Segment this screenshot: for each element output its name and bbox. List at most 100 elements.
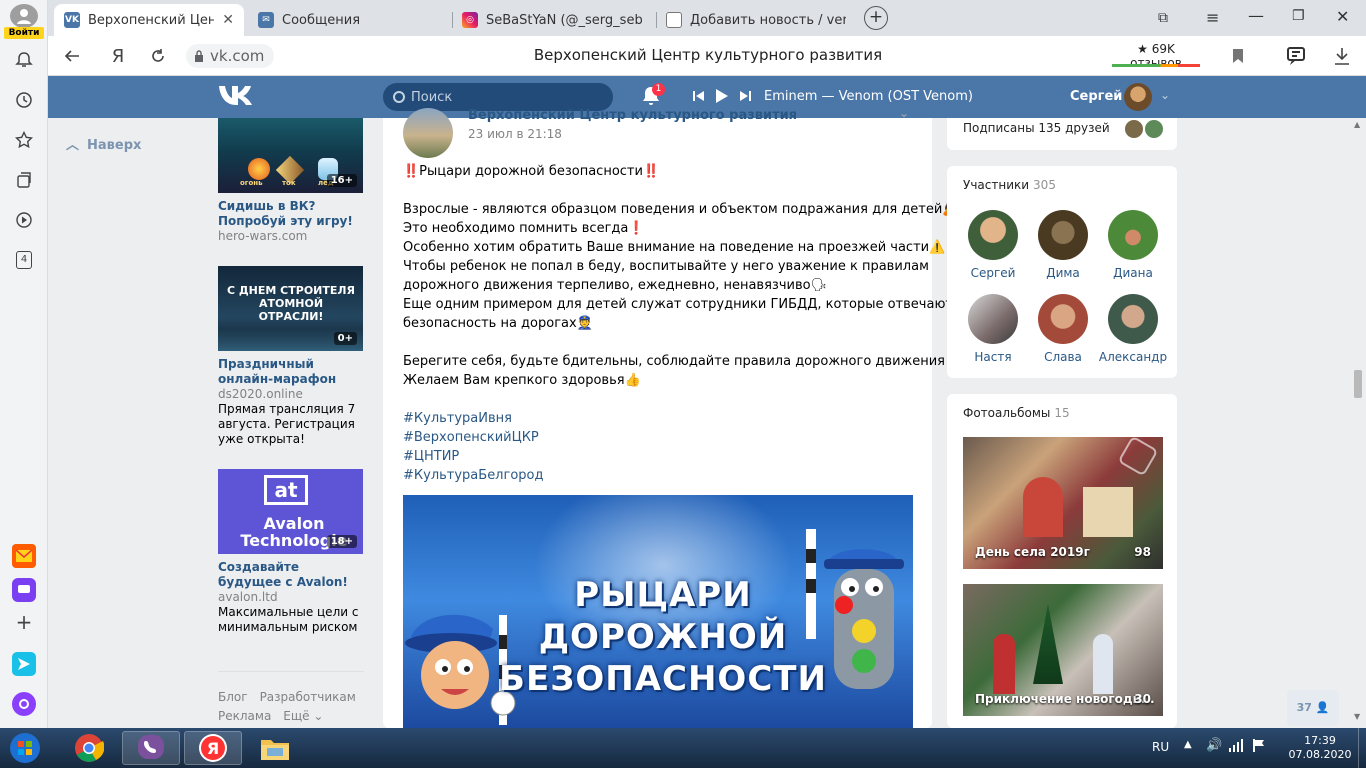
- friend-avatar[interactable]: [1123, 118, 1145, 140]
- chevron-down-icon[interactable]: ⌄: [1160, 88, 1170, 102]
- play-track-icon[interactable]: [715, 88, 729, 108]
- show-desktop-button[interactable]: [1358, 728, 1366, 768]
- explorer-taskbar-icon[interactable]: [246, 731, 304, 765]
- start-button[interactable]: [2, 731, 48, 765]
- footer-link-blog[interactable]: Блог: [218, 690, 248, 704]
- footer-link-more[interactable]: Ещё ⌄: [283, 709, 323, 723]
- feedback-icon[interactable]: [1286, 45, 1308, 67]
- previous-track-icon[interactable]: [693, 90, 705, 106]
- yandex-taskbar-icon[interactable]: Я: [184, 731, 242, 765]
- chrome-taskbar-icon[interactable]: [60, 731, 118, 765]
- reload-icon[interactable]: [146, 44, 170, 68]
- group-avatar[interactable]: [403, 108, 453, 158]
- footer-link-ads[interactable]: Реклама: [218, 709, 271, 723]
- album[interactable]: Приключение новогодн... 30: [963, 584, 1163, 716]
- post-menu-icon[interactable]: ⌄: [899, 106, 909, 120]
- tab-messages[interactable]: ✉ Сообщения: [248, 4, 448, 36]
- member[interactable]: Настя: [958, 294, 1028, 364]
- collections-icon[interactable]: [12, 168, 36, 192]
- bookmark-icon[interactable]: [1232, 48, 1244, 64]
- friends-card[interactable]: Подписаны 135 друзей: [947, 118, 1177, 150]
- next-track-icon[interactable]: [739, 90, 751, 106]
- language-indicator[interactable]: RU: [1152, 740, 1169, 754]
- hashtag-link[interactable]: #ВерхопенскийЦКР: [403, 428, 915, 447]
- history-icon[interactable]: [12, 88, 36, 112]
- member[interactable]: Диана: [1098, 210, 1168, 280]
- play-icon[interactable]: [12, 208, 36, 232]
- member[interactable]: Александр: [1098, 294, 1168, 364]
- send-icon[interactable]: [12, 652, 36, 676]
- member-avatar[interactable]: [1108, 294, 1158, 344]
- alice-icon[interactable]: [12, 692, 36, 716]
- album[interactable]: День села 2019г 98: [963, 437, 1163, 569]
- member-name[interactable]: Слава: [1028, 350, 1098, 364]
- tray-expand-icon[interactable]: ▲: [1184, 739, 1192, 750]
- member-avatar[interactable]: [968, 294, 1018, 344]
- ad-title[interactable]: Праздничный онлайн-марафон: [218, 357, 364, 387]
- new-tab-button[interactable]: +: [864, 6, 888, 30]
- member-name[interactable]: Диана: [1098, 266, 1168, 280]
- add-panel-icon[interactable]: +: [12, 610, 36, 634]
- member-name[interactable]: Дима: [1028, 266, 1098, 280]
- minimize-icon[interactable]: —: [1248, 6, 1264, 25]
- tab-vk-group[interactable]: VK Верхопенский Центр к ✕: [54, 4, 244, 36]
- hashtag-link[interactable]: #ЦНТИР: [403, 447, 915, 466]
- ad-image[interactable]: at Avalon Technologie 18+: [218, 469, 363, 554]
- login-badge[interactable]: Войти: [4, 27, 44, 39]
- hashtag-link[interactable]: #КультураБелгород: [403, 466, 915, 485]
- back-icon[interactable]: [60, 44, 84, 68]
- mail-icon[interactable]: [12, 544, 36, 568]
- vk-logo-icon[interactable]: [218, 84, 252, 106]
- ad-title[interactable]: Создавайте будущее с Avalon!: [218, 560, 364, 590]
- member[interactable]: Дима: [1028, 210, 1098, 280]
- tab-count-icon[interactable]: 4: [12, 248, 36, 272]
- member-name[interactable]: Александр: [1098, 350, 1168, 364]
- scroll-up-link[interactable]: ︿ Наверх: [66, 134, 141, 153]
- tab-add-news[interactable]: Добавить новость / verho: [656, 4, 856, 36]
- close-window-icon[interactable]: ✕: [1336, 7, 1349, 26]
- reviews-badge[interactable]: ★ 69K отзывов: [1110, 42, 1202, 70]
- scroll-down-arrow-icon[interactable]: ▼: [1354, 712, 1360, 721]
- post-author[interactable]: Верхопенский Центр культурного развития: [468, 108, 797, 123]
- current-track[interactable]: Eminem — Venom (OST Venom): [764, 89, 973, 104]
- member-avatar[interactable]: [1038, 210, 1088, 260]
- members-header[interactable]: Участники 305: [963, 178, 1056, 192]
- member-avatar[interactable]: [1108, 210, 1158, 260]
- friends-subscribed[interactable]: Подписаны 135 друзей: [963, 121, 1110, 135]
- viber-taskbar-icon[interactable]: [122, 731, 180, 765]
- albums-header[interactable]: Фотоальбомы 15: [963, 406, 1070, 420]
- ad-title[interactable]: Сидишь в ВК? Попробуй эту игру!: [218, 199, 364, 229]
- ad-avalon[interactable]: at Avalon Technologie 18+ Создавайте буд…: [218, 469, 364, 635]
- ad-image[interactable]: огонь ток лёд 16+: [218, 118, 363, 193]
- footer-link-developers[interactable]: Разработчикам: [260, 690, 356, 704]
- page-scrollbar[interactable]: ▲ ▼: [1350, 118, 1366, 728]
- flag-icon[interactable]: [1252, 738, 1266, 755]
- member-name[interactable]: Настя: [958, 350, 1028, 364]
- member[interactable]: Сергей: [958, 210, 1028, 280]
- ad-image[interactable]: С ДНЕМ СТРОИТЕЛЯ АТОМНОЙ ОТРАСЛИ! 0+: [218, 266, 363, 351]
- bell-icon[interactable]: [12, 48, 36, 72]
- url-field[interactable]: vk.com: [186, 44, 274, 68]
- bookmarks-window-icon[interactable]: ⧉: [1158, 10, 1168, 26]
- profile-icon[interactable]: [10, 4, 38, 28]
- member-avatar[interactable]: [968, 210, 1018, 260]
- ad-hero-wars[interactable]: огонь ток лёд 16+ Сидишь в ВК? Попробуй …: [218, 118, 364, 244]
- member[interactable]: Слава: [1028, 294, 1098, 364]
- tab-instagram[interactable]: ◎ SeBaStYaN (@_serg_sebast: [452, 4, 652, 36]
- member-name[interactable]: Сергей: [958, 266, 1028, 280]
- clock[interactable]: 17:39 07.08.2020: [1285, 734, 1355, 762]
- messenger-icon[interactable]: [12, 578, 36, 602]
- restore-icon[interactable]: ❐: [1292, 8, 1305, 24]
- download-icon[interactable]: [1334, 47, 1350, 65]
- star-icon[interactable]: [12, 128, 36, 152]
- yandex-icon[interactable]: Я: [106, 44, 130, 68]
- friend-avatar[interactable]: [1143, 118, 1165, 140]
- member-avatar[interactable]: [1038, 294, 1088, 344]
- network-icon[interactable]: [1228, 738, 1244, 755]
- hashtag-link[interactable]: #КультураИвня: [403, 409, 915, 428]
- volume-icon[interactable]: 🔊: [1206, 738, 1222, 753]
- post-date[interactable]: 23 июл в 21:18: [468, 127, 562, 141]
- search-input[interactable]: Поиск: [383, 83, 613, 111]
- scroll-up-arrow-icon[interactable]: ▲: [1354, 120, 1360, 129]
- online-friends-button[interactable]: 37 👤: [1287, 690, 1339, 726]
